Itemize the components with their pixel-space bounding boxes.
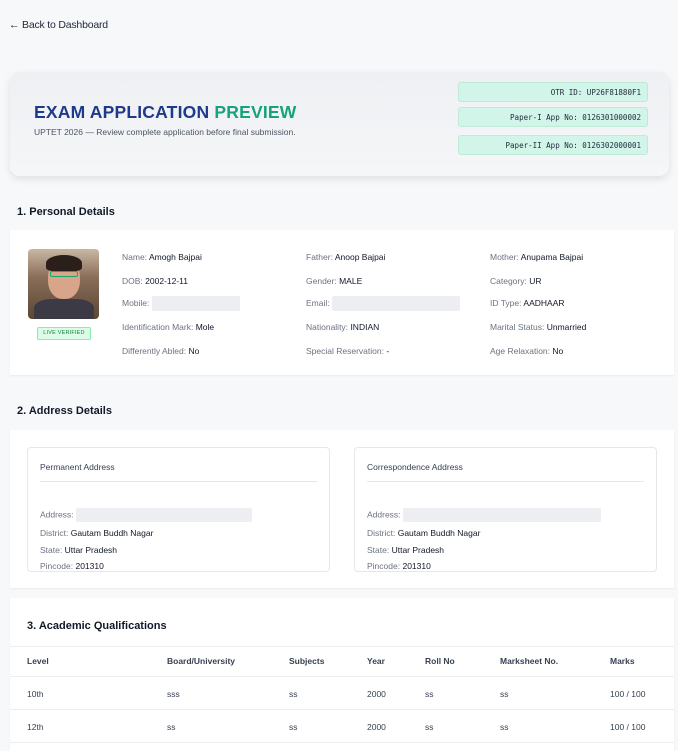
father-field: Father: Anoop Bajpai xyxy=(306,252,386,262)
correspondence-district: District: Gautam Buddh Nagar xyxy=(367,528,481,538)
cell-year: 2000 xyxy=(367,722,386,732)
name-field: Name: Amogh Bajpai xyxy=(122,252,202,262)
back-to-dashboard-link[interactable]: ← Back to Dashboard xyxy=(9,19,108,31)
correspondence-pincode: Pincode: 201310 xyxy=(367,561,431,571)
live-verified-badge: LIVE VERIFIED xyxy=(37,327,91,340)
cell-marks: 100 / 100 xyxy=(610,689,646,699)
marital-status-field: Marital Status: Unmarried xyxy=(490,322,587,332)
mobile-field: Mobile: xyxy=(122,296,240,311)
cell-board: ss xyxy=(167,722,176,732)
permanent-address-redacted xyxy=(75,508,252,522)
col-header-level: Level xyxy=(27,656,49,666)
page-title-accent: PREVIEW xyxy=(214,102,297,122)
id-type-field: ID Type: AADHAAR xyxy=(490,298,565,308)
permanent-district: District: Gautam Buddh Nagar xyxy=(40,528,154,538)
col-header-board: Board/University xyxy=(167,656,236,666)
candidate-photo xyxy=(28,249,99,319)
differently-abled-field: Differently Abled: No xyxy=(122,346,200,356)
address-details-heading: 2. Address Details xyxy=(17,405,112,417)
permanent-address-card: Permanent Address Address: District: Gau… xyxy=(27,447,330,572)
category-field: Category: UR xyxy=(490,276,542,286)
cell-subjects: ss xyxy=(289,689,298,699)
page-subtitle: UPTET 2026 — Review complete application… xyxy=(34,127,296,137)
correspondence-address-title: Correspondence Address xyxy=(367,462,463,472)
cell-marksheet-no: ss xyxy=(500,689,509,699)
permanent-address-title: Permanent Address xyxy=(40,462,115,472)
page-title-main: EXAM APPLICATION xyxy=(34,102,215,122)
permanent-address-line: Address: xyxy=(40,508,252,522)
age-relaxation-field: Age Relaxation: No xyxy=(490,346,564,356)
cell-board: sss xyxy=(167,689,180,699)
permanent-state: State: Uttar Pradesh xyxy=(40,545,118,555)
cell-marksheet-no: ss xyxy=(500,722,509,732)
cell-subjects: ss xyxy=(289,722,298,732)
special-reservation-field: Special Reservation: - xyxy=(306,346,390,356)
application-header-card: EXAM APPLICATION PREVIEW UPTET 2026 — Re… xyxy=(10,72,669,176)
personal-details-heading: 1. Personal Details xyxy=(17,206,115,218)
page-title: EXAM APPLICATION PREVIEW xyxy=(34,102,296,123)
correspondence-state: State: Uttar Pradesh xyxy=(367,545,445,555)
correspondence-address-line: Address: xyxy=(367,508,601,522)
correspondence-address-redacted xyxy=(402,508,601,522)
identification-mark-field: Identification Mark: Mole xyxy=(122,322,215,332)
col-header-marks: Marks xyxy=(610,656,635,666)
cell-marks: 100 / 100 xyxy=(610,722,646,732)
mobile-redacted xyxy=(151,296,240,311)
otr-id-badge: OTR ID: UP26F81880F1 xyxy=(458,82,648,102)
mother-field: Mother: Anupama Bajpai xyxy=(490,252,584,262)
personal-details-section: LIVE VERIFIED Name: Amogh Bajpai DOB: 20… xyxy=(10,230,674,375)
cell-year: 2000 xyxy=(367,689,386,699)
academic-qualifications-heading: 3. Academic Qualifications xyxy=(27,620,167,632)
permanent-pincode: Pincode: 201310 xyxy=(40,561,104,571)
col-header-roll-no: Roll No xyxy=(425,656,455,666)
nationality-field: Nationality: INDIAN xyxy=(306,322,380,332)
email-redacted xyxy=(332,296,460,311)
paper1-app-no-badge: Paper-I App No: 0126301000002 xyxy=(458,107,648,127)
address-details-section: Permanent Address Address: District: Gau… xyxy=(10,430,674,588)
correspondence-address-card: Correspondence Address Address: District… xyxy=(354,447,657,572)
cell-roll-no: ss xyxy=(425,689,434,699)
col-header-subjects: Subjects xyxy=(289,656,325,666)
academic-qualifications-section: 3. Academic Qualifications Level Board/U… xyxy=(10,598,674,751)
cell-roll-no: ss xyxy=(425,722,434,732)
col-header-marksheet-no: Marksheet No. xyxy=(500,656,559,666)
paper2-app-no-badge: Paper-II App No: 0126302000001 xyxy=(458,135,648,155)
email-field: Email: xyxy=(306,296,460,311)
dob-field: DOB: 2002-12-11 xyxy=(122,276,189,286)
col-header-year: Year xyxy=(367,656,385,666)
cell-level: 10th xyxy=(27,689,44,699)
cell-level: 12th xyxy=(27,722,44,732)
gender-field: Gender: MALE xyxy=(306,276,363,286)
